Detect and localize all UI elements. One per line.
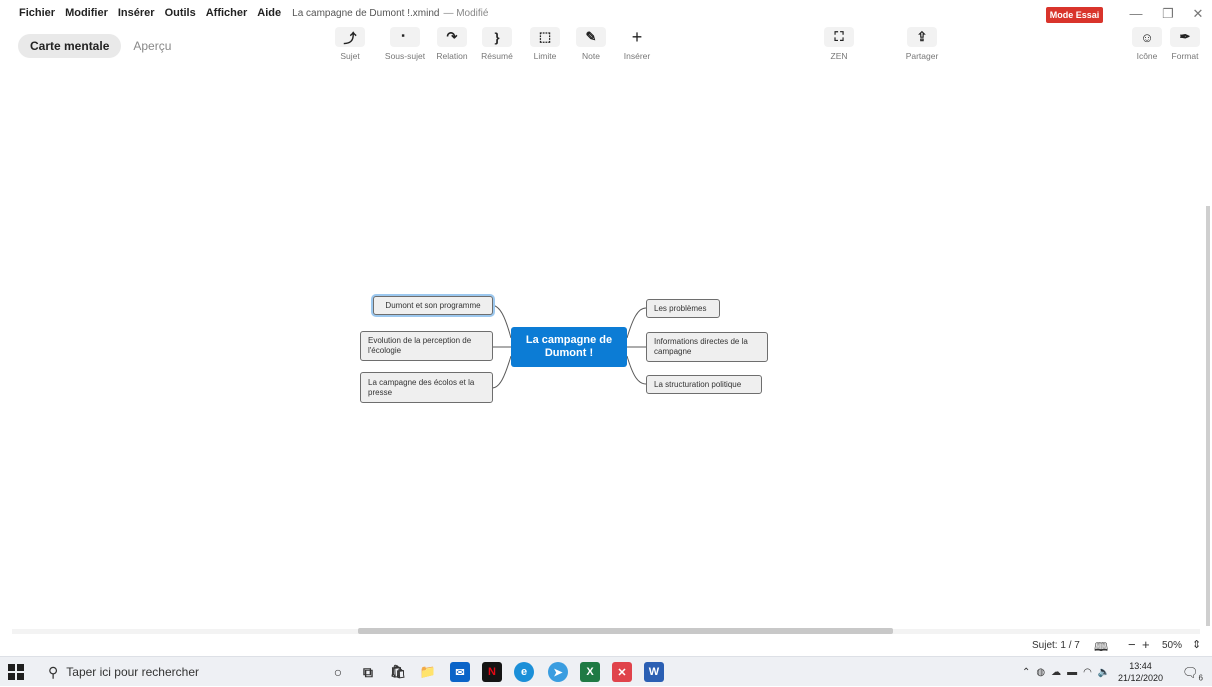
mindmap-canvas[interactable]: La campagne de Dumont ! Dumont et son pr… (0, 66, 1212, 626)
note-icon: ✎ (576, 27, 606, 47)
note-label: Note (582, 51, 600, 61)
outline-preview-button[interactable]: Aperçu (121, 39, 183, 53)
xmind-icon[interactable]: ✕ (612, 662, 632, 682)
menu-aide[interactable]: Aide (252, 7, 286, 19)
telegram-icon[interactable]: ➤ (548, 662, 568, 682)
insert-button[interactable]: + Insérer (610, 26, 664, 62)
format-panel-label: Format (1171, 51, 1199, 61)
tray-expand-icon[interactable]: ⌃ (1022, 667, 1030, 678)
topic-problemes[interactable]: Les problèmes (646, 299, 720, 318)
windows-taskbar: ⚲ Taper ici pour rechercher ○ ⧉ 🛍 📁 ✉ N … (0, 656, 1212, 686)
central-topic[interactable]: La campagne de Dumont ! (511, 327, 627, 367)
taskbar-clock[interactable]: 13:44 21/12/2020 (1118, 660, 1163, 684)
boundary-icon: ⬚ (530, 27, 560, 47)
status-bar: Sujet: 1 / 7 🕮 − + 50% ⇕ (0, 636, 1212, 656)
relation-icon: ↷ (437, 27, 467, 47)
topic-structuration-politique[interactable]: La structuration politique (646, 375, 762, 394)
windows-start-button[interactable] (8, 664, 24, 680)
subtopic-icon: ⠂ (390, 27, 420, 47)
topic-dumont-programme[interactable]: Dumont et son programme (373, 296, 493, 315)
menu-modifier[interactable]: Modifier (60, 7, 113, 19)
document-title: La campagne de Dumont !.xmind (292, 7, 440, 19)
menu-bar: Fichier Modifier Insérer Outils Afficher… (0, 0, 1212, 26)
summary-icon: } (482, 27, 512, 47)
menu-outils[interactable]: Outils (160, 7, 201, 19)
connector-right-1 (626, 307, 647, 339)
edge-icon[interactable]: e (514, 662, 534, 682)
boundary-label: Limite (533, 51, 557, 61)
volume-icon[interactable]: 🔈 (1098, 667, 1110, 678)
restore-button[interactable]: ❐ (1158, 5, 1178, 23)
relation-label: Relation (436, 51, 468, 61)
mindmap-view-button[interactable]: Carte mentale (18, 34, 122, 58)
zoom-stepper-icon[interactable]: ⇕ (1192, 638, 1201, 651)
document-status: — Modifié (443, 7, 489, 19)
insert-label: Insérer (623, 51, 651, 61)
notification-center-icon[interactable]: 🗨6 (1182, 665, 1203, 683)
onedrive-icon[interactable]: ☁ (1051, 667, 1061, 678)
search-placeholder: Taper ici pour rechercher (66, 665, 199, 679)
tray-app-icon[interactable]: ◍ (1036, 667, 1045, 678)
share-label: Partager (905, 51, 939, 61)
connector-left-1 (491, 304, 512, 339)
store-icon[interactable]: 🛍 (388, 662, 408, 682)
task-view-icon[interactable]: ⧉ (358, 662, 378, 682)
netflix-icon[interactable]: N (482, 662, 502, 682)
battery-icon[interactable]: ▬ (1067, 667, 1077, 678)
minimize-button[interactable]: — (1126, 5, 1146, 23)
vertical-scrollbar[interactable] (1206, 206, 1210, 626)
trial-mode-badge[interactable]: Mode Essai (1046, 7, 1103, 23)
clock-date: 21/12/2020 (1118, 673, 1164, 683)
close-button[interactable]: ✕ (1188, 5, 1208, 23)
clock-time: 13:44 (1129, 661, 1152, 671)
taskbar-search[interactable]: ⚲ Taper ici pour rechercher (40, 657, 310, 687)
connector-right-3 (626, 355, 647, 385)
system-tray: ⌃ ◍ ☁ ▬ ◠ 🔈 (1022, 657, 1110, 687)
topic-informations-directes[interactable]: Informations directes de la campagne (646, 332, 768, 362)
summary-label: Résumé (481, 51, 513, 61)
topic-button[interactable]: ⤴ Sujet (323, 27, 377, 61)
subtopic-label: Sous-sujet (384, 51, 426, 61)
zen-label: ZEN (830, 51, 848, 61)
horizontal-scrollbar[interactable] (0, 626, 1212, 636)
insert-icon: + (631, 26, 643, 47)
icon-panel-label: Icône (1136, 51, 1158, 61)
mail-icon[interactable]: ✉ (450, 662, 470, 682)
wifi-icon[interactable]: ◠ (1083, 667, 1092, 678)
topic-label: Sujet (340, 51, 360, 61)
format-panel-button[interactable]: ✒ Format (1158, 27, 1212, 61)
scrollbar-thumb[interactable] (358, 628, 893, 634)
menu-inserer[interactable]: Insérer (113, 7, 160, 19)
zen-button[interactable]: ⛶ ZEN (812, 27, 866, 61)
topic-icon: ⤴ (335, 27, 365, 47)
excel-icon[interactable]: X (580, 662, 600, 682)
format-icon: ✒ (1170, 27, 1200, 47)
subtopic-button[interactable]: ⠂ Sous-sujet (378, 27, 432, 61)
search-icon: ⚲ (48, 663, 59, 680)
view-toggle: Carte mentale Aperçu (18, 34, 183, 58)
topic-campagne-presse[interactable]: La campagne des écolos et la presse (360, 372, 493, 403)
zen-icon: ⛶ (824, 27, 854, 47)
share-icon: ⇪ (907, 27, 937, 47)
zoom-level[interactable]: 50% (1162, 640, 1182, 651)
connector-left-3 (491, 355, 512, 389)
zoom-out-button[interactable]: − (1128, 637, 1136, 652)
file-explorer-icon[interactable]: 📁 (418, 662, 438, 682)
cortana-icon[interactable]: ○ (328, 662, 348, 682)
topic-count: Sujet: 1 / 7 (1032, 640, 1080, 651)
word-icon[interactable]: W (644, 662, 664, 682)
summary-button[interactable]: } Résumé (470, 27, 524, 61)
share-button[interactable]: ⇪ Partager (895, 27, 949, 61)
notification-count: 6 (1198, 673, 1203, 683)
menu-afficher[interactable]: Afficher (201, 7, 253, 19)
zoom-in-button[interactable]: + (1142, 637, 1150, 652)
topic-evolution-ecologie[interactable]: Evolution de la perception de l'écologie (360, 331, 493, 361)
menu-fichier[interactable]: Fichier (14, 7, 60, 19)
